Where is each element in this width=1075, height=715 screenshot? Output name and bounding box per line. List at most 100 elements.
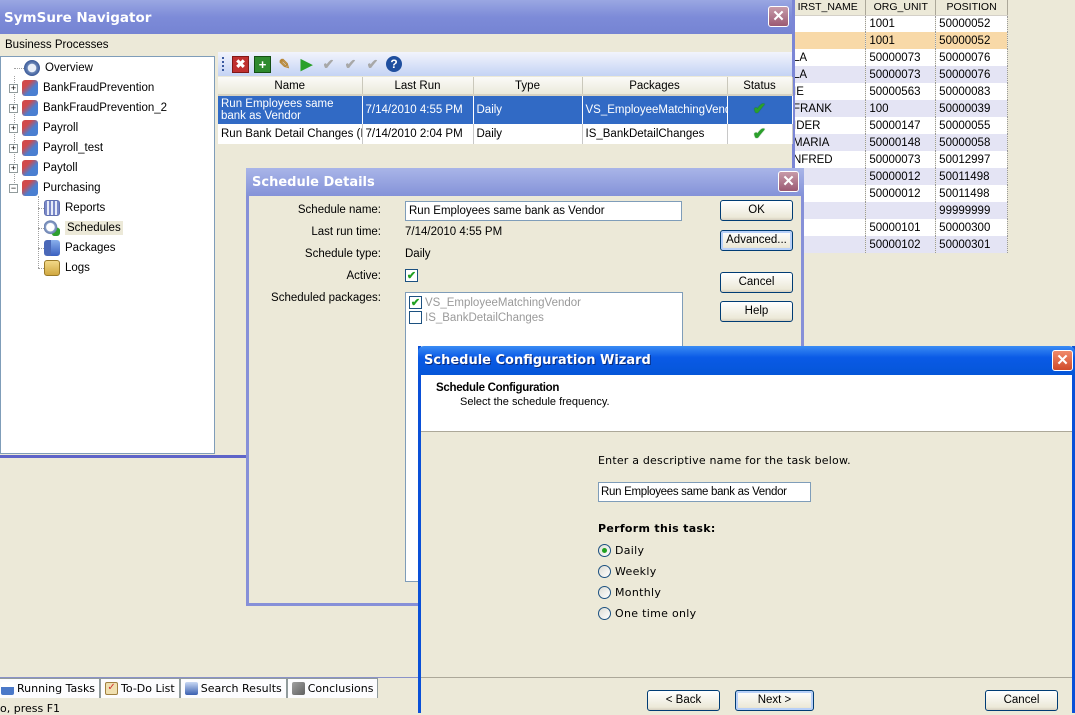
position-cell: 50000052 (935, 32, 1008, 49)
schedule-details-title: Schedule Details (246, 168, 804, 196)
tree-item-payroll-test[interactable]: + Payroll_test (9, 139, 103, 157)
grid-row[interactable]: 50000012 50011498 (790, 168, 1008, 185)
toolbar-grip[interactable] (222, 57, 224, 71)
ok-button[interactable]: OK (720, 200, 793, 221)
tree-item-bankfraudprevention[interactable]: + BankFraudPrevention (9, 79, 154, 97)
navigator-close-button[interactable]: ✕ (768, 6, 789, 27)
grid-row[interactable]: LA 50000073 50000076 (790, 49, 1008, 66)
tree-item-paytoll[interactable]: + Paytoll (9, 159, 78, 177)
schedule-row[interactable]: Run Bank Detail Changes (I) 7/14/2010 2:… (218, 124, 793, 144)
first-name-cell (790, 15, 867, 32)
grid-row[interactable]: 50000012 50011498 (790, 185, 1008, 202)
tree-item-packages[interactable]: Packages (44, 239, 116, 257)
tab-running-tasks[interactable]: Running Tasks (0, 678, 101, 698)
tree-item-payroll[interactable]: + Payroll (9, 119, 78, 137)
run-icon[interactable]: ▶ (298, 56, 315, 73)
radio-weekly[interactable]: Weekly (598, 565, 657, 578)
expand-icon[interactable]: + (9, 143, 18, 153)
help-button[interactable]: Help (720, 301, 793, 322)
tab-conclusions[interactable]: Conclusions (286, 678, 379, 698)
package-label: IS_BankDetailChanges (425, 311, 544, 324)
radio-button[interactable] (598, 565, 611, 578)
cancel-button[interactable]: Cancel (720, 272, 793, 293)
column-header-first-name[interactable]: IRST_NAME (790, 0, 867, 16)
reject-disabled-icon[interactable]: ✔ (364, 56, 381, 73)
tree-item-purchasing[interactable]: − Purchasing (9, 179, 101, 197)
radio-label: Monthly (615, 586, 662, 599)
grid-row[interactable]: 1001 50000052 (790, 32, 1008, 49)
position-cell: 50011498 (935, 185, 1008, 202)
column-header-type[interactable]: Type (473, 77, 583, 96)
package-item[interactable]: IS_BankDetailChanges (409, 310, 679, 325)
schedule-details-close-button[interactable]: ✕ (778, 171, 799, 192)
active-checkbox[interactable]: ✔ (405, 269, 418, 282)
position-cell: 50000083 (935, 83, 1008, 100)
bottom-tab-bar: Running Tasks ✓ To-Do List Search Result… (0, 677, 418, 698)
tab-search-results[interactable]: Search Results (179, 678, 287, 698)
tree-item-bankfraudprevention-2[interactable]: + BankFraudPrevention_2 (9, 99, 167, 117)
radio-button[interactable] (598, 586, 611, 599)
grid-row[interactable]: 1001 50000052 (790, 15, 1008, 32)
advanced-button[interactable]: Advanced... (720, 230, 793, 251)
background-data-grid: IRST_NAME ORG_UNIT POSITION 1001 50000052… (790, 0, 1008, 253)
first-name-cell: IE (790, 83, 867, 100)
grid-row[interactable]: FRANK 100 50000039 (790, 100, 1008, 117)
collapse-icon[interactable]: − (9, 183, 18, 193)
tree-item-label: Payroll (43, 122, 79, 134)
radio-button-selected[interactable] (598, 544, 611, 557)
column-header-position[interactable]: POSITION (935, 0, 1008, 16)
radio-daily[interactable]: Daily (598, 544, 644, 557)
grid-row[interactable]: MARIA 50000148 50000058 (790, 134, 1008, 151)
package-checkbox[interactable]: ✔ (409, 296, 422, 309)
grid-row[interactable]: 99999999 (790, 202, 1008, 219)
expand-icon[interactable]: + (9, 103, 18, 113)
column-header-last-run[interactable]: Last Run (362, 77, 474, 96)
grid-row[interactable]: 50000102 50000301 (790, 236, 1008, 253)
task-name-input[interactable] (598, 482, 811, 502)
grid-row[interactable]: LA 50000073 50000076 (790, 66, 1008, 83)
column-header-org-unit[interactable]: ORG_UNIT (865, 0, 937, 16)
tree-item-schedules[interactable]: Schedules (44, 219, 123, 237)
column-header-name[interactable]: Name (218, 77, 363, 96)
tab-label: Running Tasks (17, 682, 96, 695)
package-item[interactable]: ✔ VS_EmployeeMatchingVendor (409, 295, 679, 310)
help-icon[interactable]: ? (386, 56, 402, 72)
package-checkbox[interactable] (409, 311, 422, 324)
delete-icon[interactable]: ✖ (232, 55, 249, 73)
schedule-name-label: Schedule name: (297, 204, 381, 216)
tree-item-overview[interactable]: Overview (9, 59, 93, 77)
radio-one-time-only[interactable]: One time only (598, 607, 696, 620)
schedule-type: Daily (473, 124, 583, 144)
grid-row[interactable]: IDER 50000147 50000055 (790, 117, 1008, 134)
expand-icon[interactable]: + (9, 123, 18, 133)
todo-list-icon: ✓ (105, 682, 119, 695)
grid-row[interactable]: NFRED 50000073 50012997 (790, 151, 1008, 168)
column-header-status[interactable]: Status (727, 77, 793, 96)
schedule-name-input[interactable] (405, 201, 682, 221)
tab-todo-list[interactable]: ✓ To-Do List (100, 678, 180, 698)
tree-item-logs[interactable]: Logs (44, 259, 90, 277)
wizard-close-button[interactable]: ✕ (1052, 350, 1073, 371)
radio-button[interactable] (598, 607, 611, 620)
schedule-row[interactable]: Run Employees same bank as Vendor 7/14/2… (218, 95, 793, 124)
wizard-cancel-button[interactable]: Cancel (985, 690, 1058, 711)
column-header-packages[interactable]: Packages (582, 77, 728, 96)
position-cell: 50000076 (935, 66, 1008, 83)
schedule-type-value: Daily (405, 248, 431, 260)
back-button[interactable]: < Back (647, 690, 720, 711)
tree-item-reports[interactable]: Reports (44, 199, 105, 217)
add-icon[interactable]: + (254, 55, 271, 73)
expand-icon[interactable]: + (9, 163, 18, 173)
next-button[interactable]: Next > (735, 690, 814, 711)
promote-disabled-icon[interactable]: ✔ (342, 56, 359, 73)
grid-row[interactable]: 50000101 50000300 (790, 219, 1008, 236)
radio-monthly[interactable]: Monthly (598, 586, 661, 599)
expand-icon[interactable]: + (9, 83, 18, 93)
package-label: VS_EmployeeMatchingVendor (425, 296, 581, 309)
edit-icon[interactable]: ✎ (276, 56, 293, 73)
position-cell: 50011498 (935, 168, 1008, 185)
org-unit-cell: 50000012 (865, 168, 937, 185)
active-label: Active: (346, 270, 381, 282)
approve-disabled-icon[interactable]: ✔ (320, 56, 337, 73)
grid-row[interactable]: IE 50000563 50000083 (790, 83, 1008, 100)
